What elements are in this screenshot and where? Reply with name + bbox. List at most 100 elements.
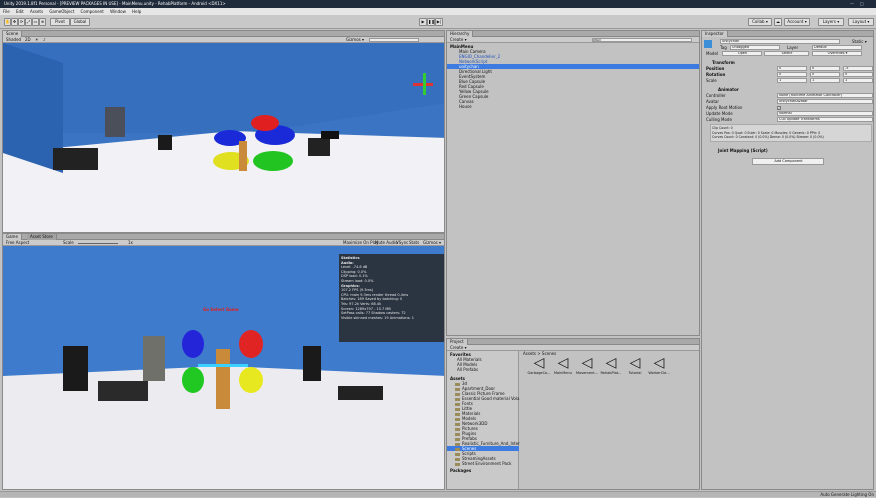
play-icon[interactable]: ▶ [419,18,427,26]
hand-tool-icon[interactable]: ✋ [4,18,11,26]
collab-button[interactable]: Collab ▾ [748,18,772,26]
overrides-dropdown[interactable]: Overrides ▾ [812,51,862,56]
update-mode-dropdown[interactable]: Normal [777,111,873,116]
stats-overlay: Statistics Audio: Level: -74.8 dB Clippi… [339,254,444,342]
position-z-field[interactable]: -5 [843,66,873,71]
tab-inspector[interactable]: Inspector [702,31,728,37]
folder-item: Street Environment Pack [455,461,511,466]
scale-slider[interactable] [78,243,118,244]
unity-scene-icon: ◁ [653,355,665,371]
culling-mode-dropdown[interactable]: Cull Update Transforms [777,117,873,122]
transform-header[interactable]: Transform [712,60,735,65]
inspector-panel: Inspector unitychan Static ▾ Tag Untagge… [701,30,874,490]
scale-y-field[interactable]: 1 [810,78,840,83]
menu-help[interactable]: Help [132,9,141,14]
project-tree: Favorites All Materials All Models All P… [447,351,520,489]
move-tool-icon[interactable]: ✥ [11,18,18,26]
rotation-y-field[interactable]: 0 [810,72,840,77]
apply-root-motion-label: Apply Root Motion [706,105,743,110]
maximize-button[interactable]: □ [860,0,864,8]
scene-asset-item[interactable]: ◁ Tutorial [622,355,648,375]
rotate-tool-icon[interactable]: ⟳ [18,18,25,26]
pause-icon[interactable]: ❚❚ [427,18,435,26]
avatar-label: Avatar [706,99,719,104]
status-text: Auto Generate Lighting On [820,492,874,497]
rotation-label: Rotation [706,72,726,77]
scale-tool-icon[interactable]: ⤢ [25,18,32,26]
scene-search-input[interactable] [369,38,419,42]
apply-root-motion-checkbox[interactable]: ✓ [777,106,781,110]
scene-viewport[interactable] [3,43,445,233]
game-panel: Game Asset Store Free Aspect Scale 1x Ma… [2,233,445,490]
go-select-game-text: Go Select Game [203,307,239,312]
position-x-field[interactable]: 0 [777,66,807,71]
tag-dropdown[interactable]: Untagged [730,45,780,50]
menu-gameobject[interactable]: GameObject [49,9,74,14]
layout-dropdown[interactable]: Layout ▾ [848,18,874,26]
packages-header[interactable]: Packages [450,468,471,473]
unity-scene-icon: ◁ [581,355,593,371]
controller-label: Controller [706,93,726,98]
pivot-toggle[interactable]: Pivot [50,18,70,26]
rotation-z-field[interactable]: 0 [843,72,873,77]
favorite-item[interactable]: All Prefabs [457,367,478,372]
menu-component[interactable]: Component [81,9,104,14]
layers-dropdown[interactable]: Layers ▾ [818,18,844,26]
scale-z-field[interactable]: 1 [843,78,873,83]
culling-mode-label: Culling Mode [706,117,732,122]
scene-asset-item[interactable]: ◁ WorkerCle... [646,355,672,375]
scene-asset-item[interactable]: ◁ MainMenu [550,355,576,375]
unity-scene-icon: ◁ [605,355,617,371]
main-toolbar: ✋ ✥ ⟳ ⤢ ▭ ⊕ Pivot Global ▶ ❚❚ ▶| Collab … [0,15,876,29]
position-label: Position [706,66,725,71]
unity-scene-icon: ◁ [533,355,545,371]
rect-tool-icon[interactable]: ▭ [32,18,39,26]
menu-edit[interactable]: Edit [16,9,24,14]
open-button[interactable]: Open [722,51,762,56]
window-title: Unity 2019.1.8f1 Personal - [PREVIEW PAC… [4,1,226,6]
unity-scene-icon: ◁ [629,355,641,371]
account-button[interactable]: Account ▾ [784,18,810,26]
scene-asset-item[interactable]: ◁ GarbageCo... [526,355,552,375]
step-icon[interactable]: ▶| [435,18,443,26]
hierarchy-item[interactable]: House [459,104,472,109]
minimize-button[interactable]: — [850,0,854,8]
gameobject-icon [704,40,712,48]
scene-panel: Scene Shaded 2D ☀ ♪ Gizmos ▾ [2,30,445,233]
menu-assets[interactable]: Assets [30,9,43,14]
select-button[interactable]: Select [764,51,809,56]
scene-asset-label: MainMenu [554,371,572,375]
avatar-field[interactable]: unitychanAvatar [777,99,873,104]
menu-window[interactable]: Window [110,9,126,14]
controller-field[interactable]: None (Runtime Animator Controller) [777,93,873,98]
menu-bar: File Edit Assets GameObject Component Wi… [0,8,876,15]
layer-dropdown[interactable]: Default [812,45,862,50]
cloud-icon[interactable]: ☁ [774,18,782,26]
update-mode-label: Update Mode [706,111,733,116]
scene-asset-label: Movement... [576,371,598,375]
joint-mapping-header[interactable]: Joint Mapping (Script) [718,148,768,153]
object-name-field[interactable]: unitychan [720,39,840,44]
rotation-x-field[interactable]: 0 [777,72,807,77]
menu-file[interactable]: File [3,9,10,14]
scene-asset-item[interactable]: ◁ Movement... [574,355,600,375]
scale-x-field[interactable]: 1 [777,78,807,83]
status-bar: Auto Generate Lighting On [0,491,876,497]
scene-asset-label: GarbageCo... [527,371,551,375]
stats-skinned: Visible skinned meshes: 19 Animations: 1 [341,315,414,320]
scale-label: Scale [706,78,717,83]
scene-asset-item[interactable]: ◁ RehabPlat... [598,355,624,375]
clip-info-box: Clip Count: 0 Curves Pos: 0 Quat: 0 Eule… [710,124,872,142]
scene-asset-label: Tutorial [628,371,642,375]
animator-header[interactable]: Animator [718,87,739,92]
position-y-field[interactable]: 0 [810,66,840,71]
add-component-button[interactable]: Add Component [752,158,824,165]
tag-label: Tag [720,45,727,50]
global-toggle[interactable]: Global [70,18,90,26]
transform-tool-icon[interactable]: ⊕ [39,18,46,26]
model-label: Model [706,51,719,56]
static-toggle[interactable]: Static ▾ [852,39,867,44]
hierarchy-search-input[interactable]: Q▾All [592,38,692,42]
scene-asset-label: RehabPlat... [600,371,622,375]
hierarchy-create-button[interactable]: Create ▾ [450,37,467,43]
